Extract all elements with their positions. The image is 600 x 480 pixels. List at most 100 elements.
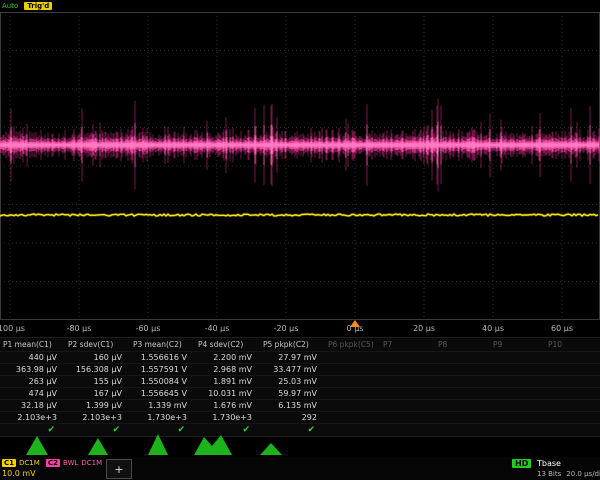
trigger-status: Auto Trig'd (2, 2, 52, 10)
meas-cell-r6-p8 (435, 411, 490, 423)
c1-channel-chip[interactable]: C1 (2, 459, 16, 467)
meas-cell-r2-p10 (545, 363, 600, 375)
meas-cell-r3-p4: 1.891 mV (195, 375, 260, 387)
histicon-p4 (194, 435, 232, 455)
time-label-8: 40 µs (482, 324, 504, 333)
meas-cell-r4-p6 (325, 387, 380, 399)
meas-header-p2[interactable]: P2 sdev(C1) (65, 338, 130, 351)
trigger-state-chip[interactable]: Trig'd (24, 2, 52, 10)
time-label-1: -100 µs (0, 324, 25, 333)
meas-cell-r2-p5: 33.477 mV (260, 363, 325, 375)
meas-header-p5[interactable]: P5 pkpk(C2) (260, 338, 325, 351)
meas-cell-r3-p9 (490, 375, 545, 387)
time-label-3: -60 µs (136, 324, 161, 333)
meas-cell-r1-p8 (435, 351, 490, 363)
meas-cell-r2-p7 (380, 363, 435, 375)
meas-cell-r5-p5: 6.135 mV (260, 399, 325, 411)
meas-cell-r4-p9 (490, 387, 545, 399)
meas-cell-r1-p3: 1.556616 V (130, 351, 195, 363)
add-trace-button[interactable]: + (106, 459, 132, 479)
plus-icon: + (114, 463, 123, 476)
meas-header-p7[interactable]: P7 (380, 338, 435, 351)
meas-cell-r2-p3: 1.557591 V (130, 363, 195, 375)
meas-cell-r4-p4: 10.031 mV (195, 387, 260, 399)
histicon-p5 (260, 443, 282, 455)
meas-cell-r2-p1: 363.98 µV (0, 363, 65, 375)
trigger-mode-label: Auto (2, 2, 18, 10)
measure-table: P1 mean(C1)P2 sdev(C1)P3 mean(C2)P4 sdev… (0, 337, 600, 437)
meas-cell-r3-p5: 25.03 mV (260, 375, 325, 387)
meas-cell-r5-p1: 32.18 µV (0, 399, 65, 411)
c2-channel-chip[interactable]: C2 (46, 459, 60, 467)
meas-cell-r5-p10 (545, 399, 600, 411)
timebase-descriptor-box[interactable]: Tbase 13 Bits 20.0 µs/div (537, 459, 600, 478)
time-label-9: 60 µs (551, 324, 573, 333)
meas-cell-r2-p2: 156.308 µV (65, 363, 130, 375)
time-label-5: -20 µs (274, 324, 299, 333)
meas-cell-r1-p1: 440 µV (0, 351, 65, 363)
meas-cell-r2-p9 (490, 363, 545, 375)
meas-cell-r4-p5: 59.97 mV (260, 387, 325, 399)
meas-cell-r1-p4: 2.200 mV (195, 351, 260, 363)
meas-cell-r5-p9 (490, 399, 545, 411)
meas-header-p9[interactable]: P9 (490, 338, 545, 351)
meas-cell-r3-p7 (380, 375, 435, 387)
meas-cell-r6-p3: 1.730e+3 (130, 411, 195, 423)
meas-header-p10[interactable]: P10 (545, 338, 600, 351)
meas-cell-r3-p2: 155 µV (65, 375, 130, 387)
meas-cell-r1-p5: 27.97 mV (260, 351, 325, 363)
meas-cell-r1-p2: 160 µV (65, 351, 130, 363)
c1-descriptor-box[interactable]: C1 DC1M 10.0 mV (2, 459, 40, 478)
meas-cell-r2-p6 (325, 363, 380, 375)
meas-cell-r1-p6 (325, 351, 380, 363)
tbase-bits-label: 13 Bits (537, 470, 561, 478)
meas-cell-r6-p6 (325, 411, 380, 423)
meas-cell-r6-p10 (545, 411, 600, 423)
meas-cell-r4-p8 (435, 387, 490, 399)
meas-cell-r3-p1: 263 µV (0, 375, 65, 387)
time-label-4: -40 µs (205, 324, 230, 333)
meas-cell-r6-p9 (490, 411, 545, 423)
meas-cell-r5-p4: 1.676 mV (195, 399, 260, 411)
waveform-svg (0, 12, 600, 320)
meas-cell-r2-p8 (435, 363, 490, 375)
meas-header-p3[interactable]: P3 mean(C2) (130, 338, 195, 351)
meas-cell-r6-p4: 1.730e+3 (195, 411, 260, 423)
meas-cell-r5-p8 (435, 399, 490, 411)
c1-scale-label: 10.0 mV (2, 469, 40, 478)
meas-cell-r1-p7 (380, 351, 435, 363)
meas-cell-r4-p2: 167 µV (65, 387, 130, 399)
meas-cell-r4-p7 (380, 387, 435, 399)
time-axis: -100 µs-80 µs-60 µs-40 µs-20 µs0 µs20 µs… (0, 321, 600, 336)
meas-cell-r3-p10 (545, 375, 600, 387)
meas-cell-r5-p2: 1.399 µV (65, 399, 130, 411)
meas-header-p1[interactable]: P1 mean(C1) (0, 338, 65, 351)
meas-cell-r4-p3: 1.556645 V (130, 387, 195, 399)
trigger-time-marker[interactable] (350, 320, 360, 327)
meas-cell-r6-p7 (380, 411, 435, 423)
meas-cell-r6-p1: 2.103e+3 (0, 411, 65, 423)
tbase-scale-label: 20.0 µs/div (566, 470, 600, 478)
hd-badge: HD (512, 459, 531, 468)
meas-cell-r1-p10 (545, 351, 600, 363)
histicon-p3 (148, 434, 168, 455)
meas-cell-r3-p8 (435, 375, 490, 387)
c2-descriptor-box[interactable]: C2 BWL DC1M (46, 459, 102, 467)
meas-cell-r3-p6 (325, 375, 380, 387)
meas-cell-r5-p3: 1.339 mV (130, 399, 195, 411)
meas-cell-r2-p4: 2.968 mV (195, 363, 260, 375)
c2-bwl-label: BWL (63, 459, 78, 467)
meas-cell-r5-p6 (325, 399, 380, 411)
histicon-p1 (26, 436, 48, 455)
meas-cell-r5-p7 (380, 399, 435, 411)
descriptor-bar: C1 DC1M 10.0 mV C2 BWL DC1M + HD Tbase 1… (0, 457, 600, 480)
oscilloscope-screen: Auto Trig'd -100 µs-80 µs-60 µs-40 µs-20… (0, 0, 600, 480)
meas-header-p4[interactable]: P4 sdev(C2) (195, 338, 260, 351)
meas-cell-r4-p10 (545, 387, 600, 399)
c1-coupling-label: DC1M (19, 459, 40, 467)
meas-header-p6[interactable]: P6 pkpk(C5) (325, 338, 380, 351)
meas-header-p8[interactable]: P8 (435, 338, 490, 351)
meas-cell-r6-p2: 2.103e+3 (65, 411, 130, 423)
meas-cell-r6-p5: 292 (260, 411, 325, 423)
time-label-7: 20 µs (413, 324, 435, 333)
